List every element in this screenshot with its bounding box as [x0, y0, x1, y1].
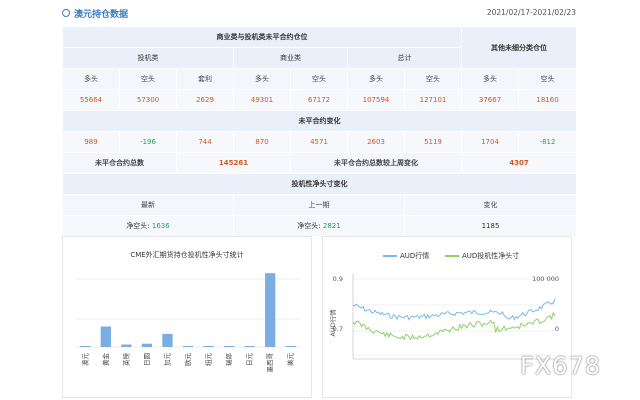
position-value: 127101: [403, 89, 463, 111]
col-short: 空头: [119, 68, 177, 90]
change-value: 1185: [481, 222, 500, 230]
previous-label: 上一期: [233, 194, 405, 216]
commercial-header: 商业类: [233, 47, 348, 69]
bar: [162, 333, 173, 347]
previous-value: 2821: [322, 222, 341, 230]
col-short: 空头: [290, 68, 348, 90]
section-header: 澳元持仓数据 2021/02/17-2021/02/23: [62, 6, 576, 22]
net-short-label: 净空头:: [297, 222, 321, 230]
position-value: 49301: [233, 89, 291, 111]
change-value: 989: [62, 131, 120, 153]
latest-value: 1636: [151, 222, 170, 230]
bar: [141, 343, 153, 347]
bar: [223, 346, 235, 347]
bar: [100, 326, 111, 347]
x-tick-label: 美元: [286, 353, 295, 367]
col-arbitrage: 套利: [176, 68, 234, 90]
x-tick-label: 黄金: [101, 353, 110, 367]
change-value: -196: [119, 131, 177, 153]
change-label: 变化: [403, 194, 578, 216]
bar: [244, 346, 255, 347]
y-tick-label: 0.9: [333, 275, 343, 283]
net-position-chart-panel: CME外汇期货持仓投机性净头寸统计 澳元 黄金 英镑 日圆 加元 欧元 纽元 瑞郎 日元 墨西哥美…: [62, 236, 312, 398]
latest-net: 净空头: 1636: [62, 215, 234, 237]
bar-chart: 澳元 黄金 英镑 日圆 加元 欧元 纽元 瑞郎 日元 墨西哥 美元: [75, 273, 301, 373]
x-tick-label: 纽元: [204, 353, 213, 367]
series-line-aud-net: [352, 311, 556, 341]
bar: [121, 344, 132, 347]
position-value: 37667: [461, 89, 520, 111]
x-tick-label: 澳元: [80, 353, 89, 367]
oi-total-value: 145261: [176, 152, 291, 174]
bar: [203, 346, 214, 347]
x-tick-label: 墨西哥: [266, 353, 274, 373]
change-value: 744: [176, 131, 234, 153]
other-header: 其他未细分类仓位: [461, 26, 578, 69]
position-value: 18160: [518, 89, 578, 111]
circle-icon: [62, 9, 70, 17]
col-long: 多头: [347, 68, 405, 90]
position-value: 67172: [290, 89, 348, 111]
change-net: 1185: [403, 215, 578, 237]
group-header: 商业类与投机类未平合约仓位: [61, 26, 463, 48]
col-short: 空头: [518, 68, 578, 90]
change-title: 未平合约变化: [61, 110, 578, 132]
net-short-label: 净空头:: [126, 222, 150, 230]
section-title: 澳元持仓数据: [74, 10, 129, 20]
oi-change-label: 未平仓合约总数较上周变化: [289, 152, 463, 174]
change-value: -812: [518, 131, 578, 153]
col-long: 多头: [62, 68, 120, 90]
position-value: 107594: [347, 89, 405, 111]
change-value: 5119: [403, 131, 463, 153]
y2-tick-label: 0: [555, 325, 559, 333]
bar: [265, 273, 276, 347]
net-change-title: 投机性净头寸变化: [61, 173, 578, 195]
previous-net: 净空头: 2821: [233, 215, 405, 237]
x-tick-label: 加元: [162, 353, 171, 367]
positions-table: 商业类与投机类未平合约仓位 其他未细分类仓位 投机类 商业类 总计 多头 空头 …: [61, 26, 578, 237]
x-tick-label: 日圆: [143, 353, 151, 366]
change-value: 1704: [461, 131, 520, 153]
x-tick-label: 瑞郎: [224, 353, 233, 367]
bar: [285, 346, 296, 347]
total-header: 总计: [346, 47, 463, 69]
oi-total-label: 未平仓合约总数: [62, 152, 177, 174]
oi-change-value: 4307: [461, 152, 578, 174]
date-range: 2021/02/17-2021/02/23: [486, 8, 576, 17]
position-value: 55664: [62, 89, 120, 111]
bar: [80, 346, 91, 347]
x-tick-label: 日元: [246, 353, 254, 367]
change-value: 870: [233, 131, 291, 153]
col-long: 多头: [461, 68, 520, 90]
change-value: 4571: [290, 131, 348, 153]
y-axis-title: AUD行情: [328, 309, 337, 337]
position-value: 57300: [119, 89, 177, 111]
position-value: 2629: [176, 89, 234, 111]
x-tick-label: 英镑: [121, 353, 130, 367]
change-value: 2603: [347, 131, 405, 153]
col-short: 空头: [403, 68, 463, 90]
latest-label: 最新: [62, 194, 234, 216]
speculative-header: 投机类: [62, 47, 234, 69]
y2-tick-label: 100 000: [532, 275, 559, 283]
series-line-aud-price: [352, 298, 556, 321]
bar: [182, 346, 194, 347]
watermark-logo: FX678: [520, 352, 602, 380]
x-tick-label: 欧元: [183, 353, 192, 367]
col-long: 多头: [233, 68, 291, 90]
